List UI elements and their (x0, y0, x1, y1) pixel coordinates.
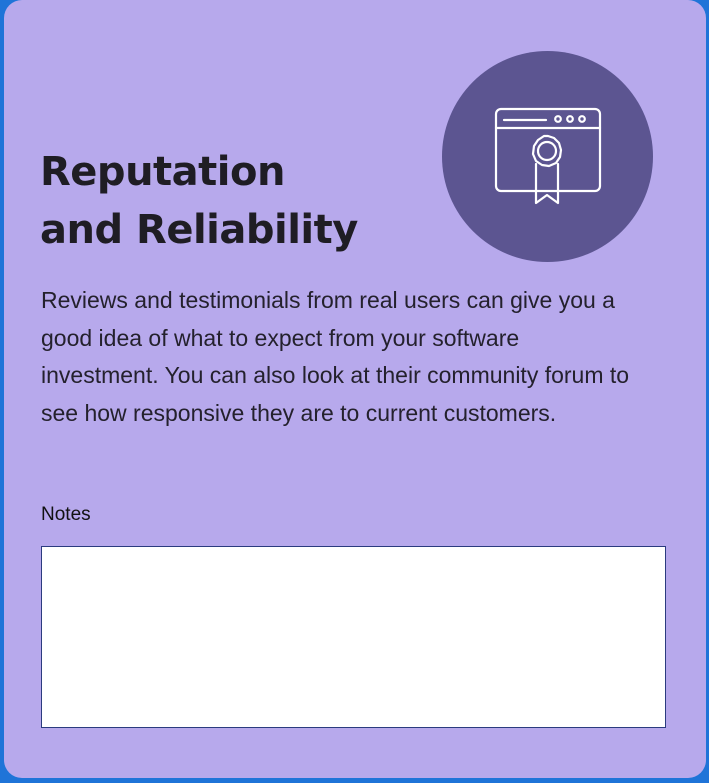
title-line-1: Reputation (40, 149, 285, 195)
icon-circle (442, 51, 653, 262)
description-text: Reviews and testimonials from real users… (41, 287, 630, 426)
reputation-card: Reputation and Reliability Reviews and t… (4, 0, 706, 778)
notes-textarea[interactable] (41, 546, 666, 728)
title-line-2: and Reliability (40, 207, 358, 253)
certificate-icon (494, 107, 601, 204)
page-title: Reputation and Reliability (40, 143, 358, 259)
notes-label: Notes (41, 504, 91, 525)
